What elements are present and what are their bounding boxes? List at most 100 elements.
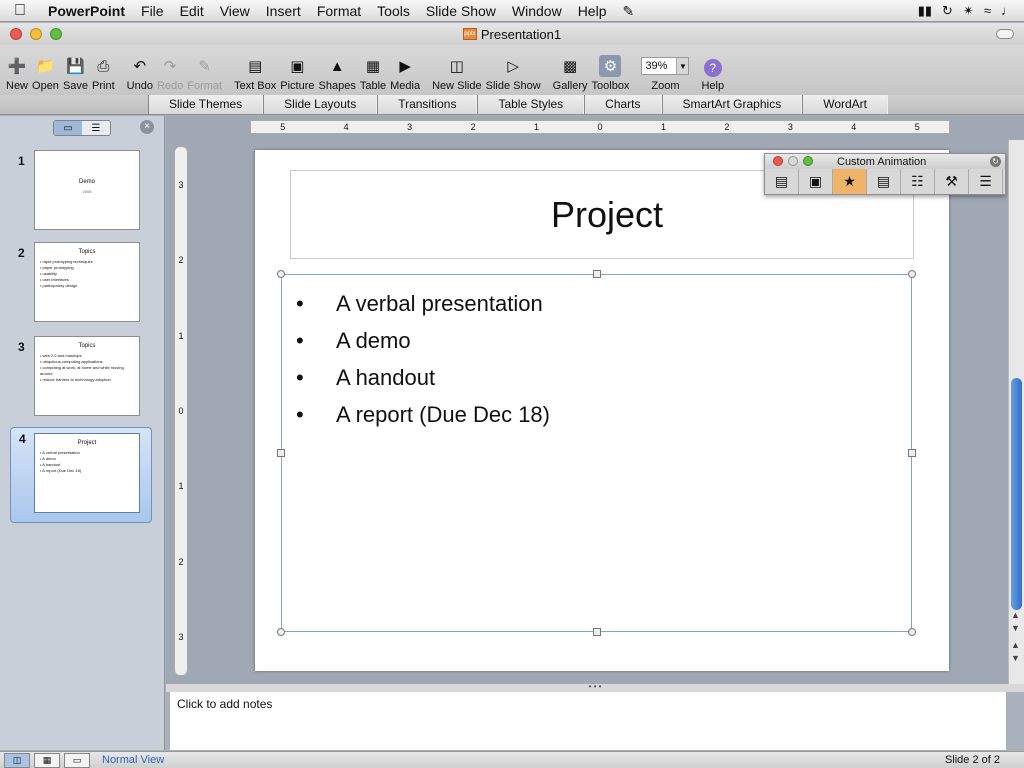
help-button[interactable]: ? Help [701, 45, 724, 95]
resize-handle-top-right[interactable] [908, 270, 916, 278]
tab-transitions[interactable]: Transitions [377, 95, 478, 114]
menu-bar:  PowerPoint File Edit View Insert Forma… [0, 0, 1024, 22]
slide-show-button[interactable]: ▷ Slide Show [486, 45, 541, 95]
notes-pane[interactable]: Click to add notes [170, 692, 1006, 750]
slide-sorter-view-icon[interactable]: ▦ [34, 752, 60, 768]
resize-handle-bottom[interactable] [593, 628, 601, 636]
chevron-down-icon[interactable]: ▼ [676, 58, 689, 74]
script-menu-icon[interactable]: ✎ [614, 0, 642, 22]
slide-show-view-icon[interactable]: ▭ [64, 752, 90, 768]
tab-charts[interactable]: Charts [584, 95, 662, 114]
object-palette-icon[interactable]: ▣ [799, 169, 833, 194]
notes-splitter[interactable]: • • • [166, 683, 1024, 692]
picture-button[interactable]: ▣ Picture [280, 45, 314, 95]
horizontal-ruler[interactable]: 5 4 3 2 1 0 1 2 3 4 5 [250, 120, 950, 134]
bullet-item[interactable]: • A demo [294, 322, 899, 359]
outline-view-icon[interactable]: ☰ [82, 121, 110, 135]
wifi-icon[interactable]: ≈ [984, 3, 991, 18]
vertical-scrollbar[interactable]: ▲ ▼ ▲ ▼ [1008, 140, 1024, 685]
resize-handle-top-left[interactable] [277, 270, 285, 278]
slide-thumbnails-pane: ▭ ☰ × 1 Demo 2008 2 Topics • rapid proto… [0, 116, 165, 750]
tab-table-styles[interactable]: Table Styles [477, 95, 585, 114]
previous-slide-icon[interactable]: ▲ [1011, 640, 1020, 650]
new-button[interactable]: ➕ New [6, 45, 28, 95]
next-slide-icon[interactable]: ▼ [1011, 653, 1020, 663]
formatting-palette-icon[interactable]: ▤ [765, 169, 799, 194]
tab-wordart[interactable]: WordArt [802, 95, 888, 114]
app-menu[interactable]: PowerPoint [40, 0, 133, 22]
scrollbar-thumb[interactable] [1011, 378, 1022, 610]
palette-options-icon[interactable]: ↻ [990, 156, 1001, 167]
print-button[interactable]: ⎙ Print [92, 45, 115, 95]
menu-window[interactable]: Window [504, 0, 570, 22]
resize-handle-bottom-right[interactable] [908, 628, 916, 636]
time-machine-icon[interactable]: ↻ [942, 3, 953, 19]
shapes-icon: ▲ [329, 57, 345, 75]
resize-handle-bottom-left[interactable] [277, 628, 285, 636]
close-pane-icon[interactable]: × [140, 120, 154, 134]
menu-slide-show[interactable]: Slide Show [418, 0, 504, 22]
toolbox-button[interactable]: ⚙ Toolbox [592, 45, 629, 95]
vertical-ruler[interactable]: 3 2 1 0 1 2 3 [174, 146, 188, 676]
bullet-item[interactable]: • A handout [294, 359, 899, 396]
new-slide-button[interactable]: ◫ New Slide [432, 45, 482, 95]
gallery-icon: ▩ [563, 58, 578, 75]
slide-thumbnail-3[interactable]: 3 Topics • web 2.0 and mashups • ubiquit… [10, 336, 152, 426]
menu-edit[interactable]: Edit [172, 0, 212, 22]
resize-handle-right[interactable] [908, 449, 916, 457]
text-box-button[interactable]: ▤ Text Box [234, 45, 276, 95]
zoom-select[interactable]: 39% ▼ [641, 57, 690, 75]
compatibility-wrench-icon[interactable]: ⚒ [935, 169, 969, 194]
slide-number: 4 [19, 432, 26, 446]
open-button[interactable]: 📁 Open [32, 45, 59, 95]
bullet-item[interactable]: • A report (Due Dec 18) [294, 396, 899, 433]
tab-slide-layouts[interactable]: Slide Layouts [263, 95, 378, 114]
table-button[interactable]: ▦ Table [360, 45, 386, 95]
menu-format[interactable]: Format [309, 0, 369, 22]
apple-menu-icon[interactable]:  [0, 2, 40, 20]
shapes-button[interactable]: ▲ Shapes [319, 45, 356, 95]
bluetooth-icon[interactable]: ✴ [963, 3, 974, 19]
custom-animation-star-icon[interactable]: ★ [833, 169, 867, 194]
undo-button[interactable]: ↶ Undo [127, 45, 153, 95]
menu-view[interactable]: View [212, 0, 258, 22]
scrapbook-icon[interactable]: ▤ [867, 169, 901, 194]
list-item: • computing at work, at home and while m… [40, 365, 124, 376]
minimize-palette-button[interactable] [788, 156, 798, 166]
scroll-up-icon[interactable]: ▲ [1011, 610, 1020, 620]
menu-file[interactable]: File [133, 0, 172, 22]
save-button[interactable]: 💾 Save [63, 45, 88, 95]
format-painter-button[interactable]: ✎ Format [187, 45, 222, 95]
tab-smartart-graphics[interactable]: SmartArt Graphics [661, 95, 803, 114]
reference-tools-icon[interactable]: ☷ [901, 169, 935, 194]
slide-thumbnail-2[interactable]: 2 Topics • rapid prototyping techniques … [10, 242, 152, 332]
zoom-palette-button[interactable] [803, 156, 813, 166]
menu-help[interactable]: Help [570, 0, 615, 22]
resize-handle-left[interactable] [277, 449, 285, 457]
slide-thumbnail-4[interactable]: 4 Project • A verbal presentation • A de… [10, 427, 152, 523]
scroll-down-icon[interactable]: ▼ [1011, 623, 1020, 633]
slide-canvas[interactable]: Project • A verbal presentation • A demo •… [255, 150, 949, 671]
tab-slide-themes[interactable]: Slide Themes [148, 95, 264, 114]
close-palette-button[interactable] [773, 156, 783, 166]
close-window-button[interactable] [10, 28, 22, 40]
volume-icon[interactable]: ♩ [1001, 3, 1014, 18]
palette-window-controls [773, 156, 813, 166]
menu-tools[interactable]: Tools [369, 0, 418, 22]
bullet-item[interactable]: • A verbal presentation [294, 285, 899, 322]
palette-header[interactable]: Custom Animation ↻ [765, 154, 1005, 169]
menu-insert[interactable]: Insert [258, 0, 309, 22]
minimize-window-button[interactable] [30, 28, 42, 40]
battery-icon[interactable]: ▮▮ [918, 3, 932, 19]
resize-handle-top[interactable] [593, 270, 601, 278]
zoom-window-button[interactable] [50, 28, 62, 40]
gallery-button[interactable]: ▩ Gallery [553, 45, 588, 95]
normal-view-icon[interactable]: ◫ [4, 752, 30, 768]
media-button[interactable]: ▶ Media [390, 45, 420, 95]
slide-thumbnail-1[interactable]: 1 Demo 2008 [10, 150, 152, 240]
slide-body-placeholder[interactable]: • A verbal presentation • A demo • A handou… [277, 270, 916, 636]
redo-button[interactable]: ↷ Redo [157, 45, 183, 95]
toolbar-toggle-button[interactable] [996, 29, 1014, 39]
slides-view-icon[interactable]: ▭ [54, 121, 82, 135]
project-palette-icon[interactable]: ☰ [969, 169, 1003, 194]
